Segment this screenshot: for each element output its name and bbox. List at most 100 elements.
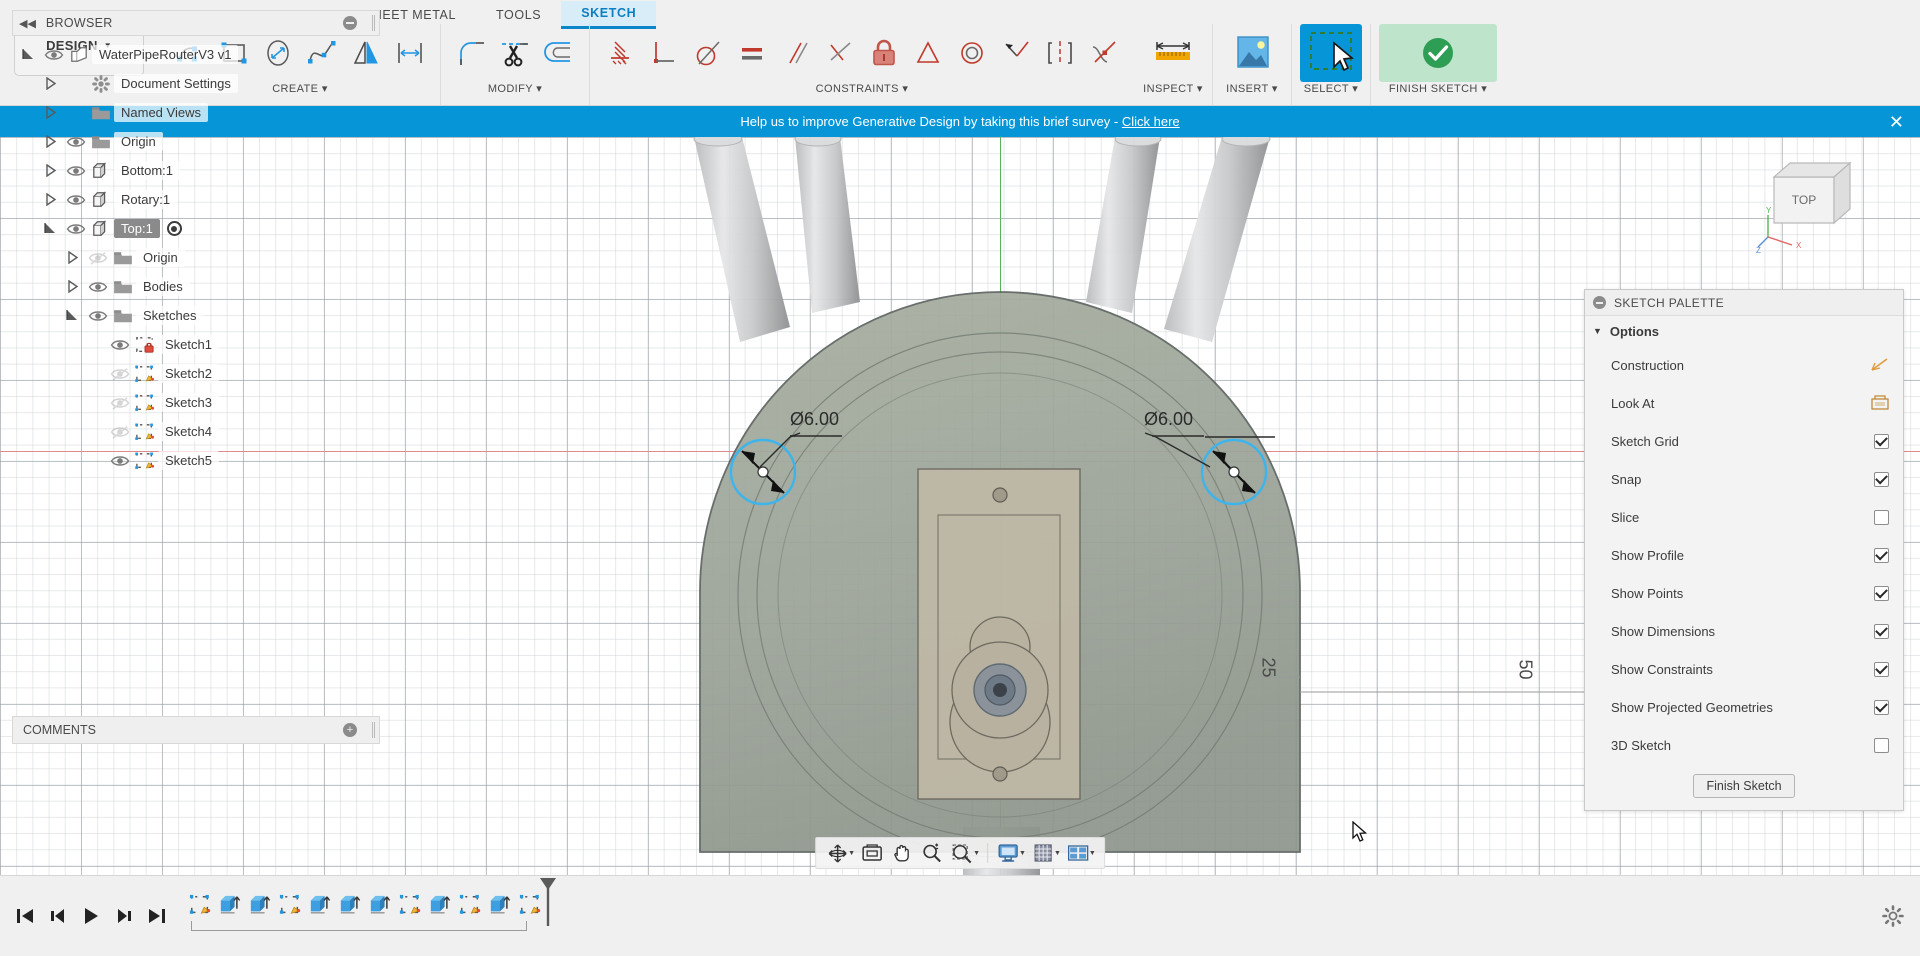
- fix-lock-icon[interactable]: [862, 28, 906, 78]
- expand-arrow-closed-icon[interactable]: [44, 135, 64, 148]
- browser-node-named-views[interactable]: Named Views: [12, 98, 380, 127]
- browser-node-sketch2[interactable]: Sketch2: [12, 359, 380, 388]
- eye-visible-icon[interactable]: [64, 163, 88, 179]
- close-icon[interactable]: ✕: [1889, 113, 1904, 131]
- eye-visible-icon[interactable]: [86, 279, 110, 295]
- finish-sketch-check-icon[interactable]: [1379, 24, 1497, 82]
- equal-icon[interactable]: [730, 28, 774, 78]
- eye-visible-icon[interactable]: [86, 308, 110, 324]
- palette-row-sketch-grid[interactable]: Sketch Grid: [1585, 422, 1903, 460]
- checkbox-snap[interactable]: [1874, 471, 1889, 487]
- step-back-icon[interactable]: [41, 899, 74, 933]
- play-icon[interactable]: [74, 899, 107, 933]
- zoom-icon[interactable]: [917, 839, 947, 867]
- tangent-icon[interactable]: [686, 28, 730, 78]
- comments-panel[interactable]: COMMENTS +: [12, 716, 380, 744]
- palette-row-show-dimensions[interactable]: Show Dimensions: [1585, 612, 1903, 650]
- browser-node-origin[interactable]: Origin: [12, 243, 380, 272]
- browser-node-rotary-1[interactable]: Rotary:1: [12, 185, 380, 214]
- checkbox-show-dimensions[interactable]: [1874, 623, 1889, 639]
- vertical-horizontal-icon[interactable]: [642, 28, 686, 78]
- palette-collapse-icon[interactable]: [1593, 296, 1606, 309]
- diameter-dimension-top-right[interactable]: Ø6.00: [1144, 409, 1193, 430]
- checkbox-show-profile[interactable]: [1874, 547, 1889, 563]
- measure-ruler-icon[interactable]: [1142, 24, 1204, 82]
- expand-arrow-closed-icon[interactable]: [44, 77, 64, 90]
- curvature-icon[interactable]: [1082, 28, 1126, 78]
- timeline-sketch-1[interactable]: [185, 888, 215, 922]
- expand-arrow-open-icon[interactable]: [66, 309, 86, 322]
- finish-sketch-button[interactable]: Finish Sketch: [1693, 774, 1795, 798]
- go-to-end-icon[interactable]: [140, 899, 173, 933]
- browser-node-sketch3[interactable]: Sketch3: [12, 388, 380, 417]
- go-to-beginning-icon[interactable]: [8, 899, 41, 933]
- expand-arrow-closed-icon[interactable]: [66, 251, 86, 264]
- coincident-icon[interactable]: [598, 28, 642, 78]
- eye-visible-icon[interactable]: [108, 453, 132, 469]
- checkbox-show-points[interactable]: [1874, 585, 1889, 601]
- concentric-icon[interactable]: [950, 28, 994, 78]
- browser-node-waterpiperouterv3-v1[interactable]: WaterPipeRouterV3 v1: [12, 40, 380, 69]
- eye-hidden-icon[interactable]: [108, 366, 132, 382]
- timeline-sketch-4[interactable]: [455, 888, 485, 922]
- add-comment-icon[interactable]: +: [343, 723, 357, 737]
- comments-grip[interactable]: [372, 722, 375, 738]
- timeline-extrude-6[interactable]: [425, 888, 455, 922]
- select-cursor-icon[interactable]: [1300, 24, 1362, 82]
- chevron-down-icon[interactable]: ▼: [973, 850, 980, 857]
- trim-scissors-icon[interactable]: [493, 28, 537, 78]
- symmetry-icon[interactable]: [1038, 28, 1082, 78]
- chevron-down-icon[interactable]: ▼: [848, 850, 855, 857]
- timeline-extrude-5[interactable]: [365, 888, 395, 922]
- eye-hidden-icon[interactable]: [108, 424, 132, 440]
- midpoint-icon[interactable]: [906, 28, 950, 78]
- timeline-sketch-2[interactable]: [275, 888, 305, 922]
- eye-visible-icon[interactable]: [64, 192, 88, 208]
- timeline-settings-icon[interactable]: [1882, 905, 1920, 927]
- activate-component-radio[interactable]: [166, 221, 182, 236]
- palette-row-show-projected-geometries[interactable]: Show Projected Geometries: [1585, 688, 1903, 726]
- fillet-icon[interactable]: [449, 28, 493, 78]
- checkbox-slice[interactable]: [1874, 509, 1889, 525]
- pan-hand-icon[interactable]: [887, 839, 917, 867]
- palette-row-show-points[interactable]: Show Points: [1585, 574, 1903, 612]
- palette-row-slice[interactable]: Slice: [1585, 498, 1903, 536]
- timeline-extrude-3[interactable]: [305, 888, 335, 922]
- eye-hidden-icon[interactable]: [108, 395, 132, 411]
- chevron-down-icon[interactable]: ▼: [1019, 850, 1026, 857]
- offset-icon[interactable]: [537, 28, 581, 78]
- browser-node-origin[interactable]: Origin: [12, 127, 380, 156]
- perpendicular-icon[interactable]: [818, 28, 862, 78]
- palette-row-look-at[interactable]: Look At: [1585, 384, 1903, 422]
- timeline-extrude-1[interactable]: [215, 888, 245, 922]
- step-forward-icon[interactable]: [107, 899, 140, 933]
- palette-row-show-profile[interactable]: Show Profile: [1585, 536, 1903, 574]
- checkbox-show-projected-geometries[interactable]: [1874, 699, 1889, 715]
- construction-line-icon[interactable]: [1871, 358, 1889, 372]
- timeline-sketch-3[interactable]: [395, 888, 425, 922]
- chevron-down-icon[interactable]: ▼: [1054, 850, 1061, 857]
- palette-options-section[interactable]: ▼ Options: [1585, 316, 1903, 346]
- eye-visible-icon[interactable]: [42, 47, 66, 63]
- eye-visible-icon[interactable]: [108, 337, 132, 353]
- view-cube[interactable]: TOP Y X Z: [1756, 149, 1876, 259]
- parallel-icon[interactable]: [774, 28, 818, 78]
- browser-node-sketch1[interactable]: Sketch1: [12, 330, 380, 359]
- insert-image-icon[interactable]: [1221, 24, 1283, 82]
- palette-row-construction[interactable]: Construction: [1585, 346, 1903, 384]
- collinear-icon[interactable]: [994, 28, 1038, 78]
- eye-visible-icon[interactable]: [64, 134, 88, 150]
- browser-node-sketch4[interactable]: Sketch4: [12, 417, 380, 446]
- timeline-extrude-4[interactable]: [335, 888, 365, 922]
- expand-arrow-closed-icon[interactable]: [44, 164, 64, 177]
- checkbox-show-constraints[interactable]: [1874, 661, 1889, 677]
- checkbox-3d-sketch[interactable]: [1874, 737, 1889, 753]
- browser-grip[interactable]: [372, 15, 375, 31]
- eye-hidden-icon[interactable]: [86, 250, 110, 266]
- browser-minimize-icon[interactable]: [343, 16, 357, 30]
- dimension-25-right[interactable]: 25: [1258, 657, 1279, 677]
- browser-node-top-1[interactable]: Top:1: [12, 214, 380, 243]
- palette-row-snap[interactable]: Snap: [1585, 460, 1903, 498]
- expand-arrow-closed-icon[interactable]: [66, 280, 86, 293]
- expand-arrow-closed-icon[interactable]: [44, 193, 64, 206]
